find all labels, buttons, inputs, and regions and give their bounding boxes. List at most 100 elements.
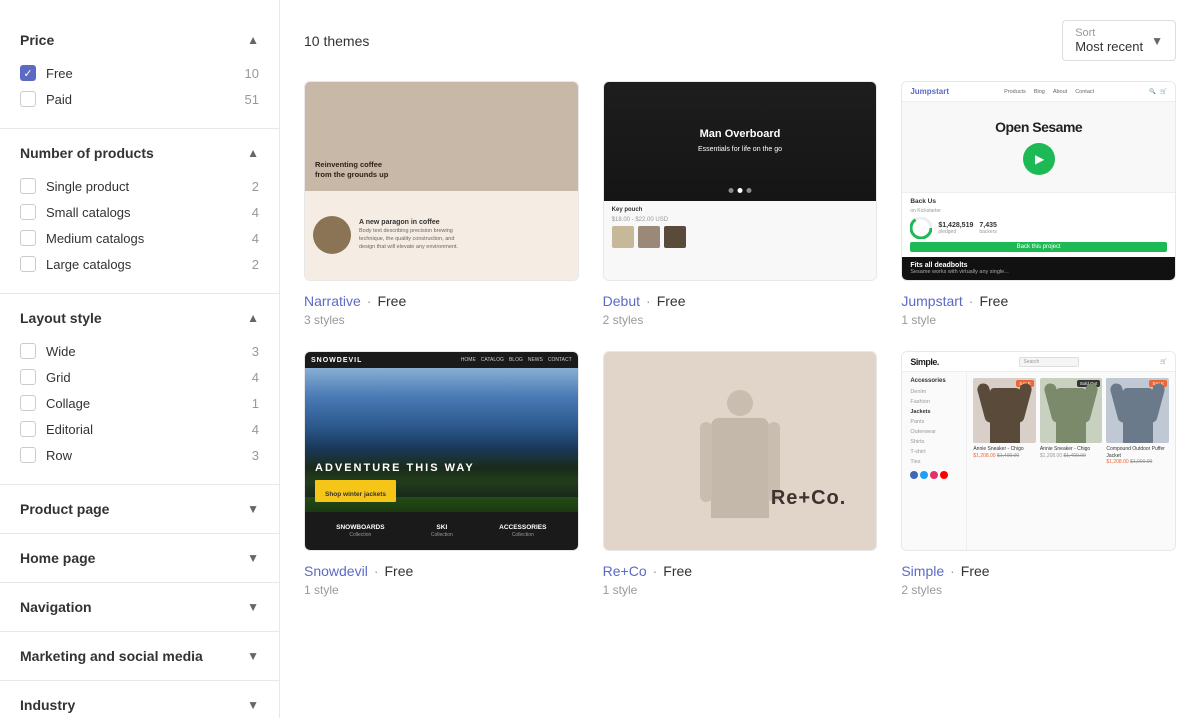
theme-card-snowdevil[interactable]: SNOWDEVIL HOME CATALOG BLOG NEWS CONTACT bbox=[304, 351, 579, 597]
filter-row-free: Free 10 bbox=[20, 60, 259, 86]
theme-price-debut: Free bbox=[657, 293, 686, 309]
themes-count: 10 themes bbox=[304, 33, 369, 49]
theme-styles-simple: 2 styles bbox=[901, 583, 1176, 597]
home-page-title: Home page bbox=[20, 550, 95, 566]
filter-count-paid: 51 bbox=[245, 92, 259, 107]
number-of-products-chevron: ▲ bbox=[247, 146, 259, 160]
theme-styles-debut: 2 styles bbox=[603, 313, 878, 327]
theme-card-narrative[interactable]: Reinventing coffeefrom the grounds up A … bbox=[304, 81, 579, 327]
filter-row-single: Single product 2 bbox=[20, 173, 259, 199]
filter-label-single: Single product bbox=[46, 179, 129, 194]
theme-preview-snowdevil: SNOWDEVIL HOME CATALOG BLOG NEWS CONTACT bbox=[304, 351, 579, 551]
themes-grid: Reinventing coffeefrom the grounds up A … bbox=[304, 81, 1176, 597]
filter-row-row: Row 3 bbox=[20, 442, 259, 468]
checkbox-wide[interactable] bbox=[20, 343, 36, 359]
sidebar: Price ▲ Free 10 Paid 51 Number o bbox=[0, 0, 280, 718]
marketing-social-chevron: ▼ bbox=[247, 649, 259, 663]
checkbox-row[interactable] bbox=[20, 447, 36, 463]
theme-preview-debut: Man OverboardEssentials for life on the … bbox=[603, 81, 878, 281]
theme-styles-snowdevil: 1 style bbox=[304, 583, 579, 597]
layout-style-chevron: ▲ bbox=[247, 311, 259, 325]
main-header: 10 themes Sort Most recent ▼ bbox=[304, 20, 1176, 61]
theme-preview-reco: Re+Co. bbox=[603, 351, 878, 551]
theme-info-debut: Debut · Free 2 styles bbox=[603, 293, 878, 327]
industry-title: Industry bbox=[20, 697, 75, 713]
filter-count-single: 2 bbox=[252, 179, 259, 194]
theme-styles-reco: 1 style bbox=[603, 583, 878, 597]
layout-style-section: Layout style ▲ Wide 3 Grid 4 bbox=[0, 294, 279, 485]
theme-card-reco[interactable]: Re+Co. Re+Co · Free 1 style bbox=[603, 351, 878, 597]
sort-dropdown[interactable]: Sort Most recent ▼ bbox=[1062, 20, 1176, 61]
theme-price-narrative: Free bbox=[377, 293, 406, 309]
price-chevron: ▲ bbox=[247, 33, 259, 47]
product-page-chevron: ▼ bbox=[247, 502, 259, 516]
product-page-header[interactable]: Product page ▼ bbox=[20, 501, 259, 517]
marketing-social-title: Marketing and social media bbox=[20, 648, 203, 664]
theme-price-reco: Free bbox=[663, 563, 692, 579]
theme-info-jumpstart: Jumpstart · Free 1 style bbox=[901, 293, 1176, 327]
checkbox-grid[interactable] bbox=[20, 369, 36, 385]
filter-label-free: Free bbox=[46, 66, 73, 81]
theme-card-debut[interactable]: Man OverboardEssentials for life on the … bbox=[603, 81, 878, 327]
theme-card-simple[interactable]: Simple. Search 🛒 Acces bbox=[901, 351, 1176, 597]
theme-styles-jumpstart: 1 style bbox=[901, 313, 1176, 327]
checkbox-free[interactable] bbox=[20, 65, 36, 81]
filter-count-collage: 1 bbox=[252, 396, 259, 411]
theme-card-jumpstart[interactable]: Jumpstart Products Blog About Contact 🔍 … bbox=[901, 81, 1176, 327]
theme-name-snowdevil: Snowdevil bbox=[304, 563, 368, 579]
navigation-chevron: ▼ bbox=[247, 600, 259, 614]
theme-price-snowdevil: Free bbox=[385, 563, 414, 579]
checkbox-collage[interactable] bbox=[20, 395, 36, 411]
theme-name-jumpstart: Jumpstart bbox=[901, 293, 962, 309]
filter-count-wide: 3 bbox=[252, 344, 259, 359]
price-section-header[interactable]: Price ▲ bbox=[20, 32, 259, 48]
sort-value: Most recent bbox=[1075, 39, 1143, 54]
filter-row-collage: Collage 1 bbox=[20, 390, 259, 416]
product-page-title: Product page bbox=[20, 501, 109, 517]
navigation-section: Navigation ▼ bbox=[0, 583, 279, 632]
filter-count-large: 2 bbox=[252, 257, 259, 272]
theme-price-jumpstart: Free bbox=[979, 293, 1008, 309]
filter-label-collage: Collage bbox=[46, 396, 90, 411]
layout-style-title: Layout style bbox=[20, 310, 102, 326]
checkbox-small-catalogs[interactable] bbox=[20, 204, 36, 220]
filter-row-large: Large catalogs 2 bbox=[20, 251, 259, 277]
industry-header[interactable]: Industry ▼ bbox=[20, 697, 259, 713]
filter-label-paid: Paid bbox=[46, 92, 72, 107]
theme-name-simple: Simple bbox=[901, 563, 944, 579]
theme-name-debut: Debut bbox=[603, 293, 640, 309]
theme-info-snowdevil: Snowdevil · Free 1 style bbox=[304, 563, 579, 597]
filter-row-paid: Paid 51 bbox=[20, 86, 259, 112]
checkbox-medium-catalogs[interactable] bbox=[20, 230, 36, 246]
home-page-section: Home page ▼ bbox=[0, 534, 279, 583]
theme-name-narrative: Narrative bbox=[304, 293, 361, 309]
number-of-products-title: Number of products bbox=[20, 145, 154, 161]
checkbox-single-product[interactable] bbox=[20, 178, 36, 194]
number-of-products-header[interactable]: Number of products ▲ bbox=[20, 145, 259, 161]
industry-section: Industry ▼ bbox=[0, 681, 279, 718]
navigation-title: Navigation bbox=[20, 599, 92, 615]
marketing-social-section: Marketing and social media ▼ bbox=[0, 632, 279, 681]
filter-row-medium: Medium catalogs 4 bbox=[20, 225, 259, 251]
sort-chevron-icon: ▼ bbox=[1151, 34, 1163, 48]
sort-label: Sort bbox=[1075, 27, 1143, 39]
filter-label-row: Row bbox=[46, 448, 72, 463]
filter-label-editorial: Editorial bbox=[46, 422, 93, 437]
filter-row-grid: Grid 4 bbox=[20, 364, 259, 390]
filter-count-editorial: 4 bbox=[252, 422, 259, 437]
filter-label-small: Small catalogs bbox=[46, 205, 131, 220]
theme-preview-narrative: Reinventing coffeefrom the grounds up A … bbox=[304, 81, 579, 281]
filter-count-row: 3 bbox=[252, 448, 259, 463]
theme-info-simple: Simple · Free 2 styles bbox=[901, 563, 1176, 597]
layout-style-header[interactable]: Layout style ▲ bbox=[20, 310, 259, 326]
filter-count-grid: 4 bbox=[252, 370, 259, 385]
checkbox-large-catalogs[interactable] bbox=[20, 256, 36, 272]
price-section-title: Price bbox=[20, 32, 54, 48]
marketing-social-header[interactable]: Marketing and social media ▼ bbox=[20, 648, 259, 664]
navigation-header[interactable]: Navigation ▼ bbox=[20, 599, 259, 615]
filter-row-small: Small catalogs 4 bbox=[20, 199, 259, 225]
checkbox-editorial[interactable] bbox=[20, 421, 36, 437]
home-page-header[interactable]: Home page ▼ bbox=[20, 550, 259, 566]
checkbox-paid[interactable] bbox=[20, 91, 36, 107]
filter-count-free: 10 bbox=[245, 66, 259, 81]
